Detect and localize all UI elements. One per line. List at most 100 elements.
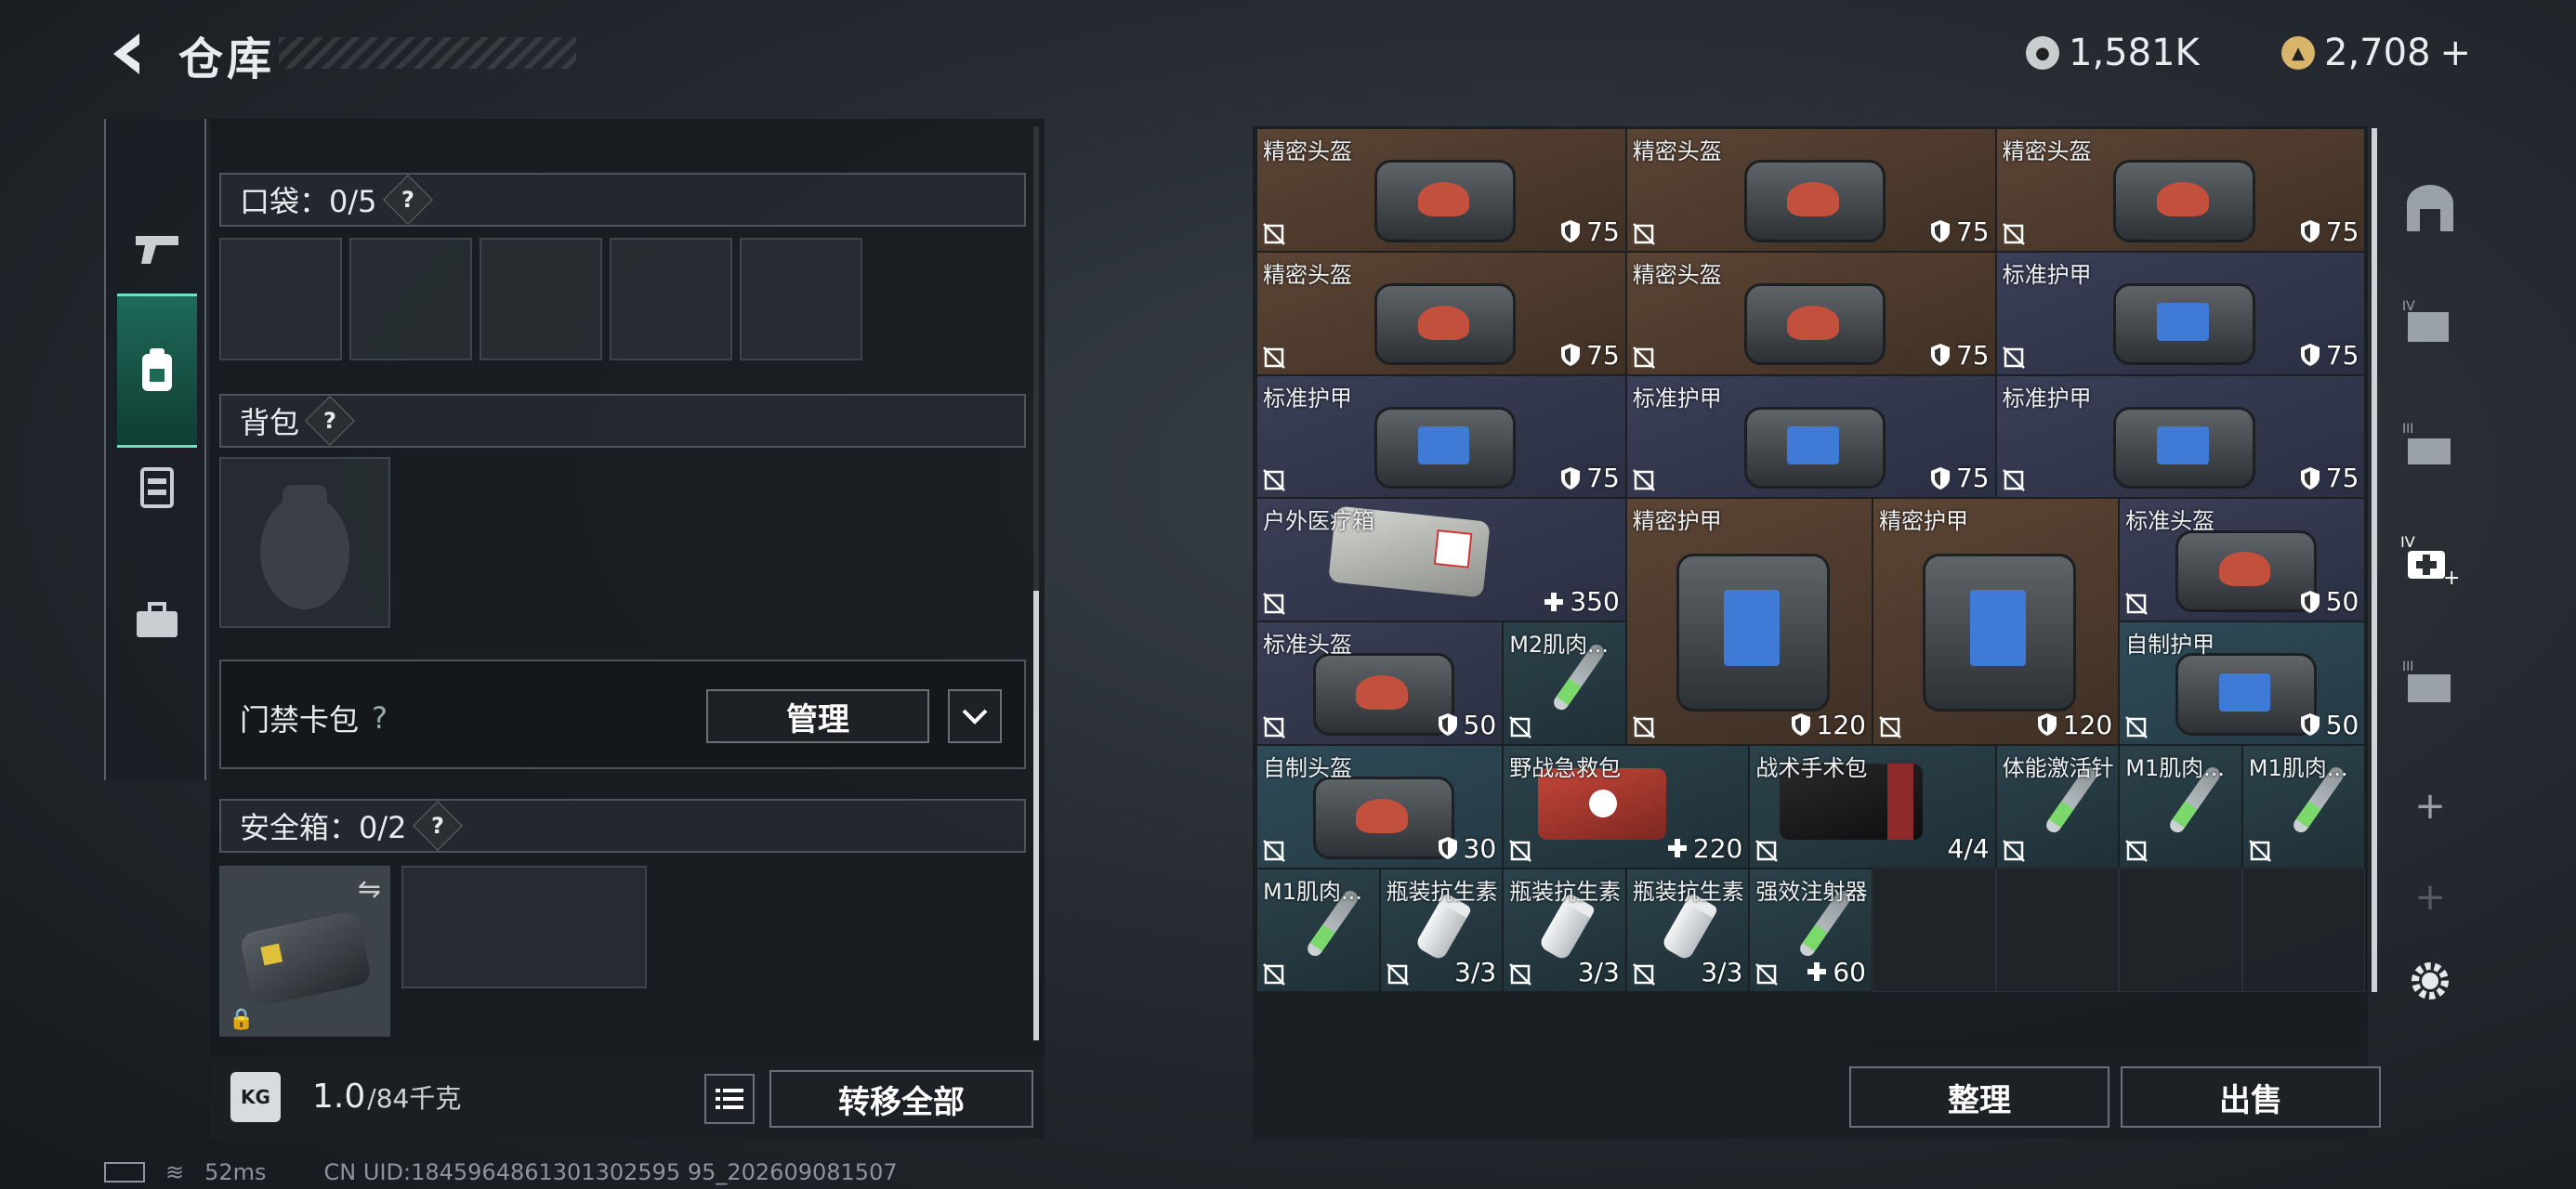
unlocked-icon [2002, 346, 2025, 369]
inventory-item[interactable]: 标准头盔 50 [1256, 621, 1504, 745]
pocket-slot[interactable] [219, 238, 342, 360]
item-value-text: 3/3 [1454, 956, 1497, 987]
inventory-item[interactable]: M1肌肉... [2241, 745, 2366, 869]
inventory-item[interactable]: 强效注射器 60 [1749, 868, 1873, 992]
manage-button[interactable]: 管理 [706, 689, 929, 743]
item-value-text: 60 [1833, 956, 1866, 987]
inventory-item[interactable]: 自制头盔 30 [1256, 745, 1504, 869]
grid-cell[interactable] [2241, 868, 2366, 992]
inventory-item[interactable]: M1肌肉... [1256, 868, 1380, 992]
stash-scrollbar[interactable] [2372, 128, 2377, 992]
weight-bar: KG 1.0 /84千克 转移全部 [210, 1057, 1045, 1139]
help-icon[interactable]: ? [372, 700, 388, 736]
swap-icon[interactable]: ⇋ [358, 873, 381, 906]
weight-max: /84千克 [367, 1083, 462, 1114]
stash-tab-4[interactable]: IV [2390, 279, 2470, 364]
add-tab-icon[interactable]: + [2390, 764, 2470, 849]
stash-tab-3b[interactable]: III [2390, 639, 2470, 725]
sell-button[interactable]: 出售 [2121, 1066, 2381, 1128]
currency-bar: ● 1,581K ▲ 2,708 + [2026, 32, 2486, 74]
inventory-item[interactable]: 瓶装抗生素 3/3 [1379, 868, 1504, 992]
help-icon[interactable]: ? [412, 801, 463, 851]
unlocked-icon [1632, 222, 1655, 245]
heal-plus-icon [1544, 592, 1564, 611]
inventory-item[interactable]: M2肌肉... [1503, 621, 1626, 745]
svg-text:IV: IV [2400, 533, 2415, 551]
inventory-item[interactable]: 战术手术包 4/4 [1749, 745, 1996, 869]
tab-vest[interactable] [117, 412, 197, 561]
inventory-item[interactable]: 瓶装抗生素 3/3 [1503, 868, 1626, 992]
inventory-item[interactable]: M1肌肉... [2119, 745, 2242, 869]
inventory-item[interactable]: 标准护甲 75 [1256, 374, 1626, 499]
pocket-slot[interactable] [349, 238, 472, 360]
item-value: 75 [1930, 340, 1990, 371]
stash-tab-3[interactable]: III [2390, 401, 2470, 487]
inventory-item[interactable]: 自制护甲 50 [2119, 621, 2366, 745]
item-name: M1肌肉... [2125, 755, 2226, 781]
gold-currency[interactable]: ▲ 2,708 + [2281, 32, 2471, 74]
inventory-item[interactable]: 标准护甲 75 [1625, 374, 1996, 499]
inventory-item[interactable]: 精密头盔 75 [1256, 128, 1626, 252]
unlocked-icon [2248, 839, 2271, 862]
inventory-item[interactable]: 精密护甲 120 [1625, 498, 1873, 745]
tab-case[interactable] [117, 546, 197, 695]
sort-button[interactable]: 整理 [1849, 1066, 2109, 1128]
safebox-item[interactable]: ⇋ 🔒 [219, 866, 390, 1037]
grid-cell[interactable] [1873, 868, 1996, 992]
pocket-slot[interactable] [480, 238, 602, 360]
item-name: 标准头盔 [1263, 632, 1352, 659]
back-arrow-icon [113, 33, 139, 74]
pocket-slot[interactable] [740, 238, 862, 360]
item-name: 户外医疗箱 [1263, 508, 1374, 535]
inventory-item[interactable]: 精密头盔 75 [1625, 128, 1996, 252]
item-name: 自制护甲 [2125, 632, 2215, 659]
stash-tab-all[interactable] [2390, 165, 2470, 251]
durability-shield-icon [1438, 713, 1457, 737]
inventory-item[interactable]: 精密头盔 75 [1256, 251, 1626, 375]
weight-readout: 1.0 /84千克 [312, 1078, 461, 1116]
scroll-thumb[interactable] [2372, 128, 2377, 992]
inventory-item[interactable]: 精密头盔 75 [1995, 128, 2366, 252]
item-name: 标准头盔 [2125, 508, 2215, 535]
item-name: 自制头盔 [1263, 755, 1352, 781]
inventory-item[interactable]: 精密护甲 120 [1873, 498, 2120, 745]
item-value-text: 75 [2325, 339, 2359, 371]
stash-tab-medical[interactable]: IV + [2390, 516, 2470, 602]
silver-coin-icon: ● [2026, 36, 2059, 70]
inventory-item[interactable]: 精密头盔 75 [1625, 251, 1996, 375]
svg-text:IV: IV [2402, 299, 2415, 314]
inventory-item[interactable]: 体能激活针 [1995, 745, 2120, 869]
armor-case-image [1923, 553, 2077, 712]
durability-shield-icon [1791, 713, 1810, 737]
back-button[interactable] [102, 26, 158, 82]
safebox-slot[interactable] [401, 866, 647, 988]
item-name: 瓶装抗生素 [1632, 878, 1744, 905]
inventory-item[interactable]: 标准头盔 50 [2119, 498, 2366, 622]
inventory-item[interactable]: 户外医疗箱 350 [1256, 498, 1626, 622]
item-value-text: 75 [1586, 216, 1620, 247]
grid-cell[interactable] [1995, 868, 2120, 992]
loadout-scrollbar[interactable] [1033, 126, 1039, 1040]
item-value: 50 [2300, 710, 2359, 740]
help-icon[interactable]: ? [382, 175, 433, 225]
unlocked-icon [1755, 839, 1779, 862]
list-view-button[interactable] [704, 1074, 755, 1124]
scroll-thumb[interactable] [1033, 591, 1039, 1040]
gold-amount: 2,708 [2324, 32, 2431, 74]
item-value: 3/3 [1454, 957, 1496, 987]
pocket-slot[interactable] [610, 238, 732, 360]
help-icon[interactable]: ? [305, 396, 355, 446]
transfer-all-button[interactable]: 转移全部 [769, 1070, 1033, 1128]
settings-button[interactable] [2390, 938, 2470, 1024]
expand-button[interactable] [948, 689, 1002, 743]
inventory-item[interactable]: 标准护甲 75 [1995, 374, 2366, 499]
grid-cell[interactable] [2119, 868, 2242, 992]
inventory-item[interactable]: 野战急救包 220 [1503, 745, 1750, 869]
unlocked-icon [1879, 716, 1901, 738]
add-currency-icon[interactable]: + [2440, 32, 2472, 74]
inventory-item[interactable]: 瓶装抗生素 3/3 [1625, 868, 1750, 992]
backpack-slot[interactable] [219, 457, 390, 628]
stash-page-tabs: IV III IV + III + + [2390, 139, 2472, 1050]
briefcase-icon [137, 602, 177, 637]
inventory-item[interactable]: 标准护甲 75 [1995, 251, 2366, 375]
